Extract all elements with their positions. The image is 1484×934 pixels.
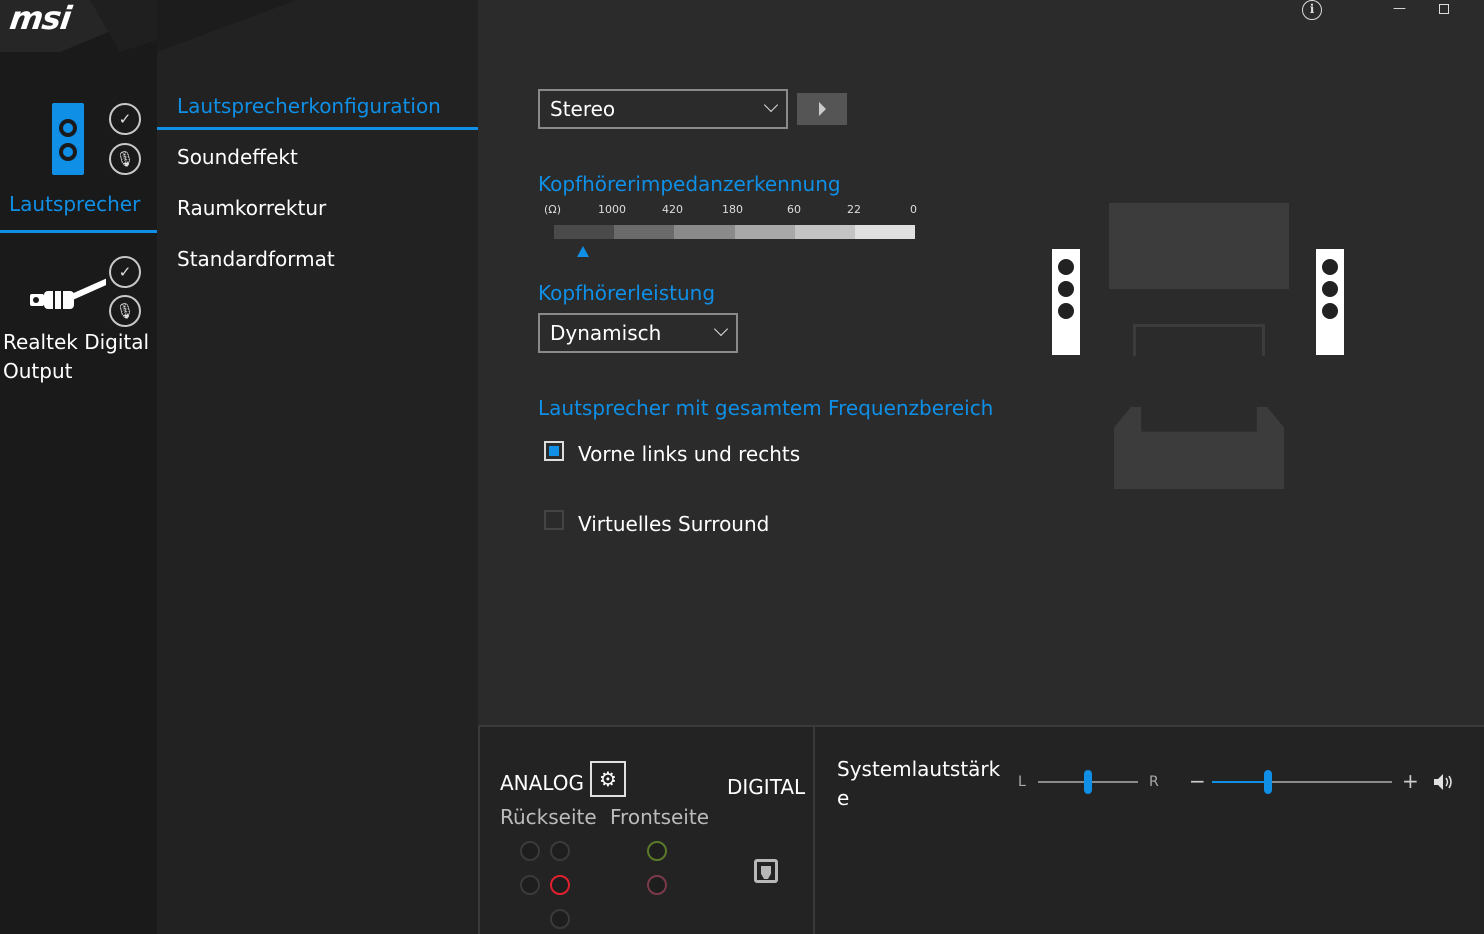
front-mic-jack[interactable]: [647, 875, 667, 895]
rear-jack-active[interactable]: [550, 875, 570, 895]
impedance-scale: (Ω) 1000 420 180 60 22 0: [538, 203, 938, 219]
volume-panel: Systemlautstärk e L R − +: [815, 725, 1484, 934]
header-decoration: [157, 0, 297, 52]
menu-column: Lautsprecherkonfiguration Soundeffekt Ra…: [157, 0, 478, 934]
virtual-surround-label: Virtuelles Surround: [578, 512, 770, 536]
active-device-indicator: [0, 230, 157, 233]
default-device-check-icon[interactable]: ✓: [109, 103, 141, 135]
impedance-tick: 0: [910, 203, 917, 216]
balance-right-label: R: [1149, 774, 1159, 790]
digital-label: DIGITAL: [727, 775, 806, 799]
system-volume-label: Systemlautstärk e: [837, 757, 1001, 810]
volume-plus[interactable]: +: [1402, 769, 1419, 793]
front-label: Frontseite: [610, 805, 710, 829]
speaker-config-value: Stereo: [550, 97, 616, 121]
room-illustration: [1048, 200, 1348, 500]
menu-item-sound-effect[interactable]: Soundeffekt: [177, 145, 298, 169]
impedance-tick: 22: [847, 203, 861, 216]
rear-jack[interactable]: [520, 841, 540, 861]
right-speaker-icon[interactable]: [1316, 249, 1344, 355]
impedance-bar: [554, 225, 916, 239]
tv-screen-shape: [1109, 203, 1289, 289]
impedance-title: Kopfhörerimpedanzerkennung: [538, 172, 841, 196]
speaker-config-select[interactable]: Stereo: [538, 89, 788, 129]
main-panel: i — Stereo Kopfhörerimpedanzerkennung (Ω…: [478, 0, 1484, 725]
rear-jack[interactable]: [520, 875, 540, 895]
impedance-marker-icon: [577, 246, 589, 257]
speaker-icon: [52, 103, 84, 175]
menu-item-default-format[interactable]: Standardformat: [177, 247, 335, 271]
device-speaker[interactable]: ✓ 🎙 Lautsprecher: [0, 95, 157, 235]
menu-item-speaker-config[interactable]: Lautsprecherkonfiguration: [177, 94, 441, 118]
fullrange-title: Lautsprecher mit gesamtem Frequenzbereic…: [538, 396, 994, 420]
maximize-icon[interactable]: [1439, 4, 1449, 14]
headphone-power-select[interactable]: Dynamisch: [538, 313, 738, 353]
rear-jack[interactable]: [550, 909, 570, 929]
device-digital-output[interactable]: ✓ 🎙 Realtek Digital Output: [0, 255, 157, 395]
menu-item-room-correction[interactable]: Raumkorrektur: [177, 196, 326, 220]
sofa-shape: [1114, 407, 1284, 489]
gear-icon[interactable]: ⚙: [590, 761, 626, 797]
microphone-icon-2[interactable]: 🎙: [109, 295, 141, 327]
impedance-tick: 1000: [598, 203, 626, 216]
default-device-check-icon-2[interactable]: ✓: [109, 256, 141, 288]
table-shape: [1133, 324, 1265, 356]
chevron-down-icon: [763, 97, 779, 113]
left-speaker-icon[interactable]: [1052, 249, 1080, 355]
balance-thumb[interactable]: [1084, 770, 1092, 794]
front-lr-checkbox[interactable]: [544, 441, 564, 461]
msi-logo: msi: [7, 0, 74, 37]
rear-label: Rückseite: [500, 805, 597, 829]
volume-minus[interactable]: −: [1189, 769, 1206, 793]
impedance-unit: (Ω): [544, 203, 561, 216]
spdif-icon[interactable]: [754, 859, 778, 883]
impedance-tick: 420: [662, 203, 683, 216]
device-label-speaker: Lautsprecher: [9, 192, 141, 216]
impedance-tick: 60: [787, 203, 801, 216]
chevron-down-icon: [713, 321, 729, 337]
microphone-icon[interactable]: 🎙: [109, 143, 141, 175]
menu-active-underline: [157, 127, 478, 130]
rear-jack[interactable]: [550, 841, 570, 861]
volume-thumb[interactable]: [1263, 770, 1272, 794]
headphone-power-title: Kopfhörerleistung: [538, 281, 716, 305]
impedance-tick: 180: [722, 203, 743, 216]
speaker-volume-icon[interactable]: [1433, 773, 1455, 791]
jack-panel: ANALOG ⚙ DIGITAL Rückseite Frontseite: [478, 725, 815, 934]
headphone-power-value: Dynamisch: [550, 321, 662, 345]
volume-fill: [1212, 781, 1268, 783]
info-icon[interactable]: i: [1302, 0, 1322, 20]
digital-plug-icon: [30, 278, 106, 309]
play-test-button[interactable]: [797, 93, 847, 125]
logo-area: msi: [0, 0, 157, 52]
front-headphone-jack[interactable]: [647, 841, 667, 861]
balance-left-label: L: [1018, 774, 1026, 790]
device-column: msi ✓ 🎙 Lautsprecher ✓ 🎙 Realtek Digital…: [0, 0, 157, 934]
virtual-surround-checkbox[interactable]: [544, 510, 564, 530]
minimize-icon[interactable]: —: [1393, 1, 1406, 16]
device-label-digital: Realtek Digital Output: [3, 330, 150, 383]
analog-label: ANALOG: [500, 771, 584, 795]
front-lr-label: Vorne links und rechts: [578, 442, 801, 466]
